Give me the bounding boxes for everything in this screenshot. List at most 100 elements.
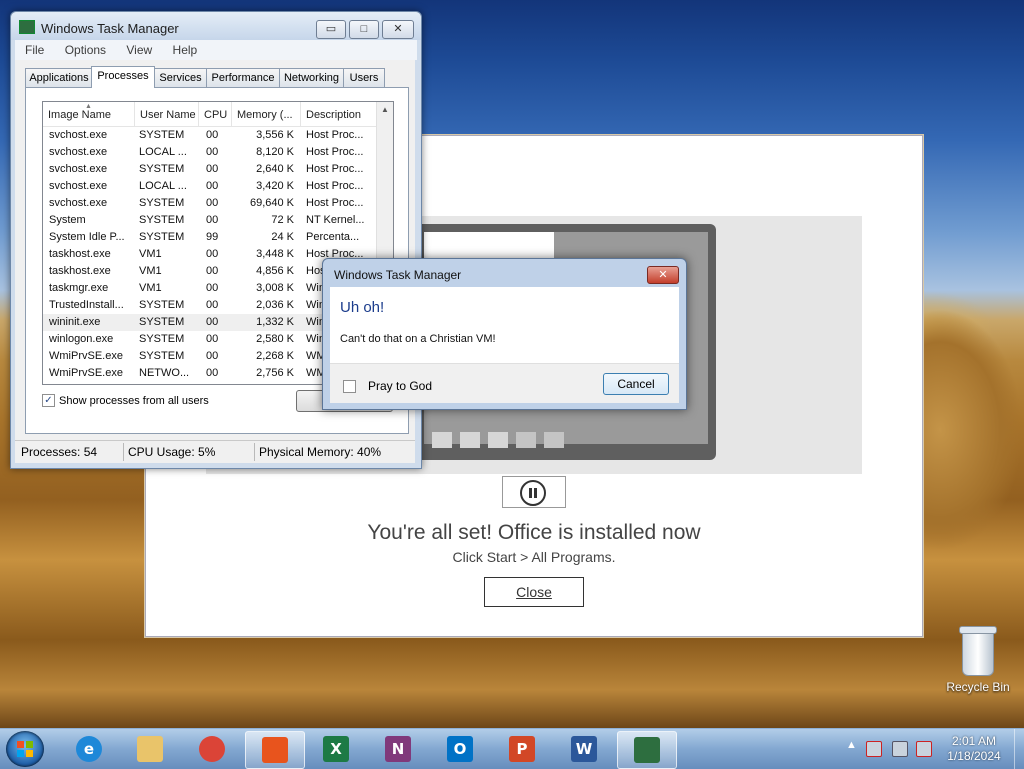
window-title: Windows Task Manager: [41, 21, 179, 36]
taskbar-word[interactable]: W: [555, 731, 613, 767]
tab-processes[interactable]: Processes: [91, 66, 155, 88]
table-row[interactable]: svchost.exe SYSTEM 00 3,556 K Host Proc...: [43, 127, 377, 144]
table-row[interactable]: svchost.exe SYSTEM 00 69,640 K Host Proc...: [43, 195, 377, 212]
table-row[interactable]: svchost.exe SYSTEM 00 2,640 K Host Proc...: [43, 161, 377, 178]
tray-expand-icon[interactable]: ▲: [846, 739, 857, 751]
show-desktop-button[interactable]: [1014, 729, 1024, 769]
minimize-button[interactable]: ▭: [316, 20, 346, 39]
cell-user: SYSTEM: [139, 163, 185, 175]
tab-networking[interactable]: Networking: [279, 68, 344, 87]
status-cpu: CPU Usage: 5%: [128, 445, 216, 459]
tab-services[interactable]: Services: [154, 68, 207, 87]
taskbar-excel[interactable]: X: [307, 731, 365, 767]
onenote-icon: N: [385, 736, 411, 762]
taskbar-chrome[interactable]: [183, 731, 241, 767]
windows-logo-icon: [17, 741, 33, 757]
action-center-icon[interactable]: [866, 741, 882, 757]
taskbar-powerpoint[interactable]: P: [493, 731, 551, 767]
taskbar-outlook[interactable]: O: [431, 731, 489, 767]
taskbar-taskmgr[interactable]: [617, 731, 677, 769]
recycle-bin-label: Recycle Bin: [946, 680, 1010, 694]
close-button[interactable]: Close: [484, 577, 584, 607]
cell-mem: 2,640 K: [256, 163, 294, 175]
cell-name: svchost.exe: [49, 197, 108, 209]
table-row[interactable]: svchost.exe LOCAL ... 00 3,420 K Host Proc..…: [43, 178, 377, 195]
taskbar-onenote[interactable]: N: [369, 731, 427, 767]
cancel-button[interactable]: Cancel: [603, 373, 669, 395]
cell-cpu: 00: [206, 282, 219, 294]
cell-cpu: 00: [206, 163, 219, 175]
cell-cpu: 00: [206, 146, 219, 158]
show-all-users-checkbox[interactable]: ✓ Show processes from all users: [42, 394, 209, 407]
menu-file[interactable]: File: [15, 40, 51, 57]
taskbar-office[interactable]: [245, 731, 305, 769]
column-description[interactable]: Description: [301, 102, 377, 126]
checkbox-unchecked-icon: [343, 379, 356, 393]
cell-user: SYSTEM: [139, 214, 185, 226]
column-memory[interactable]: Memory (...: [232, 102, 301, 126]
outlook-icon: O: [447, 736, 473, 762]
cell-name: svchost.exe: [49, 146, 108, 158]
cell-mem: 2,268 K: [256, 350, 294, 362]
cell-name: taskhost.exe: [49, 265, 111, 277]
column-user-name[interactable]: User Name: [135, 102, 199, 126]
cell-user: SYSTEM: [139, 316, 185, 328]
title-bar[interactable]: Windows Task Manager ▭ □ ✕: [11, 12, 421, 40]
maximize-button[interactable]: □: [349, 20, 379, 39]
cell-desc: Host Proc...: [306, 197, 364, 209]
dialog-close-icon[interactable]: ✕: [647, 266, 679, 284]
cell-cpu: 00: [206, 129, 219, 141]
cell-name: WmiPrvSE.exe: [49, 350, 123, 362]
word-icon: W: [571, 736, 597, 762]
cell-name: svchost.exe: [49, 180, 108, 192]
table-row[interactable]: svchost.exe LOCAL ... 00 8,120 K Host Proc..…: [43, 144, 377, 161]
process-list-header: Image Name ▲ User Name CPU Memory (... D…: [43, 102, 377, 127]
cell-mem: 3,448 K: [256, 248, 294, 260]
pray-checkbox[interactable]: Pray to God: [343, 379, 432, 393]
recycle-bin[interactable]: Recycle Bin: [940, 626, 1016, 694]
show-all-users-label: Show processes from all users: [59, 394, 209, 407]
pause-button[interactable]: [502, 476, 566, 508]
menu-help[interactable]: Help: [163, 40, 205, 57]
taskbar: e X N O P W ▲ 2:01 AM 1/18/2024: [0, 728, 1024, 769]
tab-applications[interactable]: Applications: [25, 68, 93, 87]
menu-view[interactable]: View: [116, 40, 159, 57]
cell-cpu: 00: [206, 265, 219, 277]
cell-mem: 72 K: [271, 214, 294, 226]
taskbar-explorer[interactable]: [121, 731, 179, 767]
cell-cpu: 00: [206, 214, 219, 226]
status-bar: Processes: 54 CPU Usage: 5% Physical Mem…: [15, 440, 415, 463]
network-icon[interactable]: [892, 741, 908, 757]
taskbar-ie[interactable]: e: [60, 731, 118, 767]
cell-user: SYSTEM: [139, 350, 185, 362]
status-processes: Processes: 54: [21, 445, 98, 459]
menu-options[interactable]: Options: [55, 40, 113, 57]
table-row[interactable]: System Idle P... SYSTEM 99 24 K Percenta...: [43, 229, 377, 246]
cell-name: WmiPrvSE.exe: [49, 367, 123, 379]
cell-mem: 69,640 K: [249, 197, 294, 209]
clock[interactable]: 2:01 AM 1/18/2024: [940, 734, 1008, 764]
cell-name: svchost.exe: [49, 163, 108, 175]
tab-users[interactable]: Users: [343, 68, 385, 87]
scroll-up-arrow-icon[interactable]: ▲: [381, 105, 389, 114]
cell-cpu: 00: [206, 197, 219, 209]
cell-desc: Host Proc...: [306, 163, 364, 175]
error-dialog: Windows Task Manager ✕ Uh oh! Can't do t…: [322, 258, 687, 410]
cell-name: wininit.exe: [49, 316, 101, 328]
column-cpu[interactable]: CPU: [199, 102, 232, 126]
table-row[interactable]: System SYSTEM 00 72 K NT Kernel...: [43, 212, 377, 229]
dialog-heading: Uh oh!: [340, 299, 385, 316]
cell-cpu: 00: [206, 316, 219, 328]
ie-icon: e: [76, 736, 102, 762]
cell-mem: 2,036 K: [256, 299, 294, 311]
dialog-message: Can't do that on a Christian VM!: [340, 333, 496, 345]
close-window-button[interactable]: ✕: [382, 20, 414, 39]
status-memory: Physical Memory: 40%: [259, 445, 382, 459]
pray-checkbox-label: Pray to God: [368, 379, 433, 393]
clock-date: 1/18/2024: [947, 749, 1001, 763]
cell-mem: 3,556 K: [256, 129, 294, 141]
volume-muted-icon[interactable]: [916, 741, 932, 757]
checkbox-checked-icon: ✓: [42, 394, 55, 407]
tab-performance[interactable]: Performance: [206, 68, 280, 87]
start-button[interactable]: [6, 731, 44, 767]
